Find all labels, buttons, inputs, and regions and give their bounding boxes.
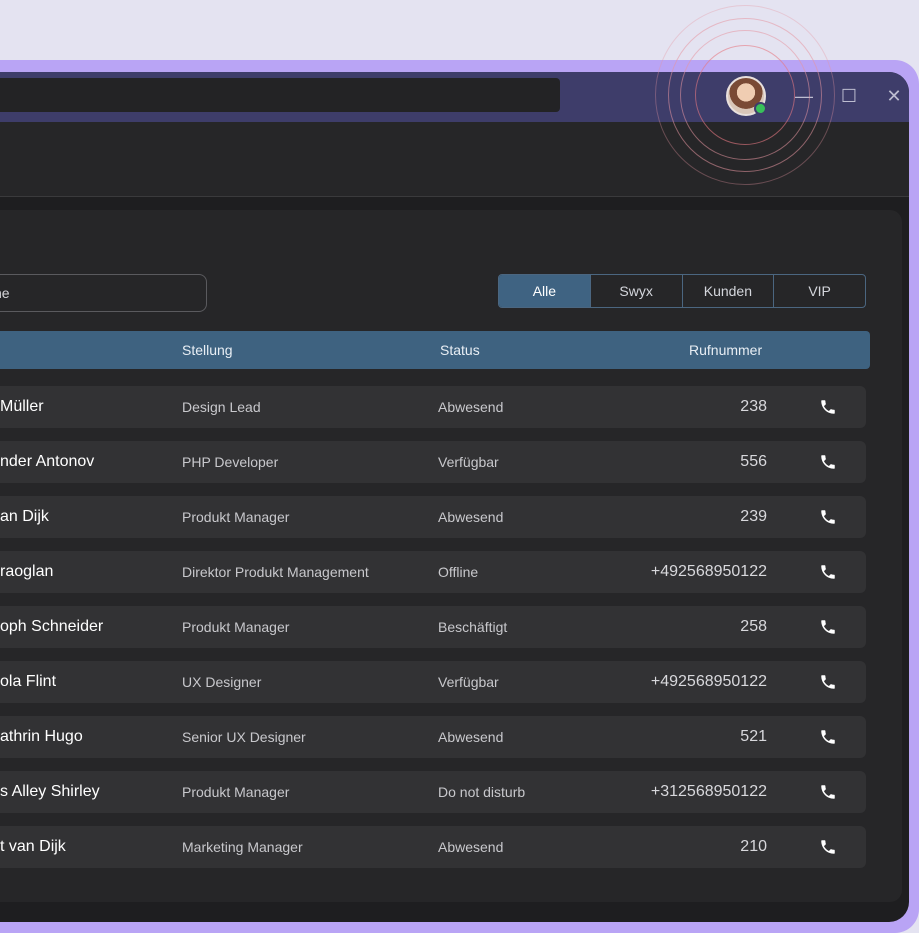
table-row[interactable]: an Dijk Produkt Manager Abwesend 239 — [0, 496, 866, 538]
app-window: — ☐ ✕ che Alle Swyx Kunden VIP Stellung … — [0, 72, 909, 922]
filter-tab-kunden[interactable]: Kunden — [683, 275, 775, 307]
contact-position: Produkt Manager — [182, 784, 290, 800]
call-phone-icon[interactable] — [819, 838, 837, 856]
contact-phone-number: 239 — [740, 508, 767, 525]
contact-name: athrin Hugo — [0, 728, 83, 745]
contact-phone-number: 238 — [740, 398, 767, 415]
contact-name: an Dijk — [0, 508, 49, 525]
call-phone-icon[interactable] — [819, 563, 837, 581]
contact-phone-number: +492568950122 — [650, 673, 767, 690]
table-row[interactable]: athrin Hugo Senior UX Designer Abwesend 521 — [0, 716, 866, 758]
close-button[interactable]: ✕ — [882, 84, 906, 108]
filter-tab-swyx[interactable]: Swyx — [591, 275, 683, 307]
call-phone-icon[interactable] — [819, 783, 837, 801]
minimize-button[interactable]: — — [792, 84, 816, 108]
contact-status: Do not disturb — [438, 784, 526, 800]
table-row[interactable]: oph Schneider Produkt Manager Beschäftigt 2… — [0, 606, 866, 648]
table-header: Stellung Status Rufnummer — [0, 331, 870, 369]
contact-status: Abwesend — [438, 399, 504, 415]
contact-phone-number: 556 — [740, 453, 767, 470]
call-phone-icon[interactable] — [819, 508, 837, 526]
table-row[interactable]: nder Antonov PHP Developer Verfügbar 556 — [0, 441, 866, 483]
title-bar: — ☐ ✕ — [0, 72, 909, 122]
contact-name: Müller — [0, 398, 44, 415]
call-phone-icon[interactable] — [819, 618, 837, 636]
contact-phone-number: 210 — [740, 838, 767, 855]
contact-position: Marketing Manager — [182, 839, 303, 855]
contact-name: nder Antonov — [0, 453, 95, 470]
call-phone-icon[interactable] — [819, 728, 837, 746]
table-row[interactable]: s Alley Shirley Produkt Manager Do not dis… — [0, 771, 866, 813]
contact-status: Abwesend — [438, 839, 504, 855]
contact-name: t van Dijk — [0, 838, 66, 855]
contact-name: oph Schneider — [0, 618, 104, 635]
maximize-button[interactable]: ☐ — [837, 84, 861, 108]
filter-tabs: Alle Swyx Kunden VIP — [498, 274, 866, 308]
online-status-icon — [754, 102, 767, 115]
filter-tab-alle[interactable]: Alle — [499, 275, 591, 307]
contact-phone-number: 521 — [740, 728, 767, 745]
contact-position: UX Designer — [182, 674, 262, 690]
contact-position: Design Lead — [182, 399, 261, 415]
contact-phone-number: +312568950122 — [650, 783, 767, 800]
contact-status: Abwesend — [438, 509, 504, 525]
table-row[interactable]: ola Flint UX Designer Verfügbar +4925689501… — [0, 661, 866, 703]
contact-status: Offline — [438, 564, 479, 580]
call-phone-icon[interactable] — [819, 673, 837, 691]
contact-status: Beschäftigt — [438, 619, 508, 635]
contact-status: Verfügbar — [438, 674, 499, 690]
contact-name: raoglan — [0, 563, 54, 580]
contact-phone-number: +492568950122 — [650, 563, 767, 580]
toolbar — [0, 122, 909, 197]
contact-position: PHP Developer — [182, 454, 279, 470]
contact-status: Verfügbar — [438, 454, 499, 470]
table-row[interactable]: t van Dijk Marketing Manager Abwesend 210 — [0, 826, 866, 868]
contact-phone-number: 258 — [740, 618, 767, 635]
contact-position: Direktor Produkt Management — [182, 564, 369, 580]
contact-name: ola Flint — [0, 673, 57, 690]
contact-status: Abwesend — [438, 729, 504, 745]
contact-position: Produkt Manager — [182, 509, 290, 525]
filter-tab-vip[interactable]: VIP — [774, 275, 865, 307]
search-input[interactable]: che — [0, 274, 207, 312]
column-header-phone[interactable]: Rufnummer — [689, 331, 762, 369]
column-header-status[interactable]: Status — [440, 331, 480, 369]
table-row[interactable]: Müller Design Lead Abwesend 238 — [0, 386, 866, 428]
table-row[interactable]: raoglan Direktor Produkt Management Offlin… — [0, 551, 866, 593]
call-phone-icon[interactable] — [819, 453, 837, 471]
contact-position: Senior UX Designer — [182, 729, 306, 745]
contacts-panel: che Alle Swyx Kunden VIP Stellung Status… — [0, 210, 902, 902]
contact-name: s Alley Shirley — [0, 783, 100, 800]
call-phone-icon[interactable] — [819, 398, 837, 416]
contact-position: Produkt Manager — [182, 619, 290, 635]
title-bar-field[interactable] — [0, 78, 560, 112]
column-header-position[interactable]: Stellung — [182, 331, 233, 369]
